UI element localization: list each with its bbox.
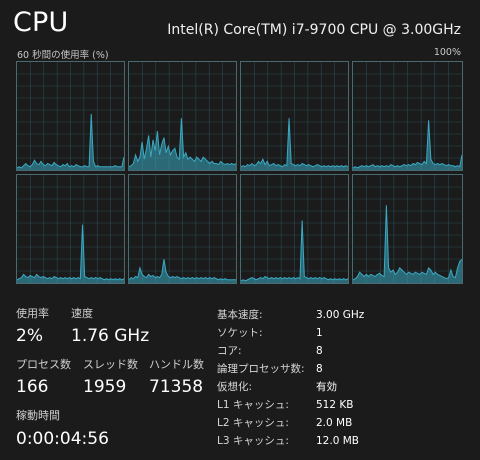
base-speed-value: 3.00 GHz xyxy=(316,309,365,321)
sockets-label: ソケット: xyxy=(217,327,263,339)
cpu-performance-panel: CPU Intel(R) Core(TM) i7-9700 CPU @ 3.00… xyxy=(0,0,480,460)
core-graph-svg xyxy=(129,175,236,283)
l2-cache-value: 2.0 MB xyxy=(316,417,353,429)
virtualization-label: 仮想化: xyxy=(217,381,253,393)
core-graph-1 xyxy=(128,61,237,171)
core-graph-0 xyxy=(16,61,125,171)
cpu-model-name: Intel(R) Core(TM) i7-9700 CPU @ 3.00GHz xyxy=(167,22,461,38)
logical-processors-label: 論理プロセッサ数: xyxy=(217,363,305,375)
uptime-value: 0:00:04:56 xyxy=(16,429,109,449)
graph-caption: 60 秒間の使用率 (%) xyxy=(17,50,109,61)
uptime-label: 稼動時間 xyxy=(16,409,60,422)
sockets-value: 1 xyxy=(316,327,323,339)
threads-value: 1959 xyxy=(83,377,127,397)
l3-cache-value: 12.0 MB xyxy=(316,435,359,447)
l1-cache-label: L1 キャッシュ: xyxy=(217,399,289,411)
utilization-value: 2% xyxy=(16,326,43,346)
l1-cache-value: 512 KB xyxy=(316,399,354,411)
graph-max-label: 100% xyxy=(433,47,461,58)
core-graph-svg xyxy=(353,175,462,283)
l3-cache-label: L3 キャッシュ: xyxy=(217,435,289,447)
core-graphs-grid xyxy=(16,61,463,287)
cores-value: 8 xyxy=(316,345,323,357)
core-graph-7 xyxy=(352,174,463,284)
speed-label: 速度 xyxy=(71,307,93,320)
base-speed-label: 基本速度: xyxy=(217,309,263,321)
core-graph-3 xyxy=(352,61,463,171)
core-graph-5 xyxy=(128,174,237,284)
processes-value: 166 xyxy=(16,377,49,397)
cores-label: コア: xyxy=(217,345,242,357)
l2-cache-label: L2 キャッシュ: xyxy=(217,417,289,429)
core-graph-svg xyxy=(17,62,124,170)
core-graph-svg xyxy=(353,62,462,170)
handles-value: 71358 xyxy=(149,377,204,397)
core-graph-2 xyxy=(240,61,349,171)
processes-label: プロセス数 xyxy=(16,358,71,371)
speed-value: 1.76 GHz xyxy=(71,326,150,346)
core-graph-4 xyxy=(16,174,125,284)
virtualization-value: 有効 xyxy=(316,381,337,393)
core-graph-6 xyxy=(240,174,349,284)
core-graph-svg xyxy=(17,175,124,283)
core-graph-svg xyxy=(241,62,348,170)
core-graph-svg xyxy=(129,62,236,170)
page-title: CPU xyxy=(13,7,69,38)
logical-processors-value: 8 xyxy=(316,363,323,375)
handles-label: ハンドル数 xyxy=(149,358,204,371)
core-graph-svg xyxy=(241,175,348,283)
utilization-label: 使用率 xyxy=(16,307,49,320)
threads-label: スレッド数 xyxy=(83,358,138,371)
